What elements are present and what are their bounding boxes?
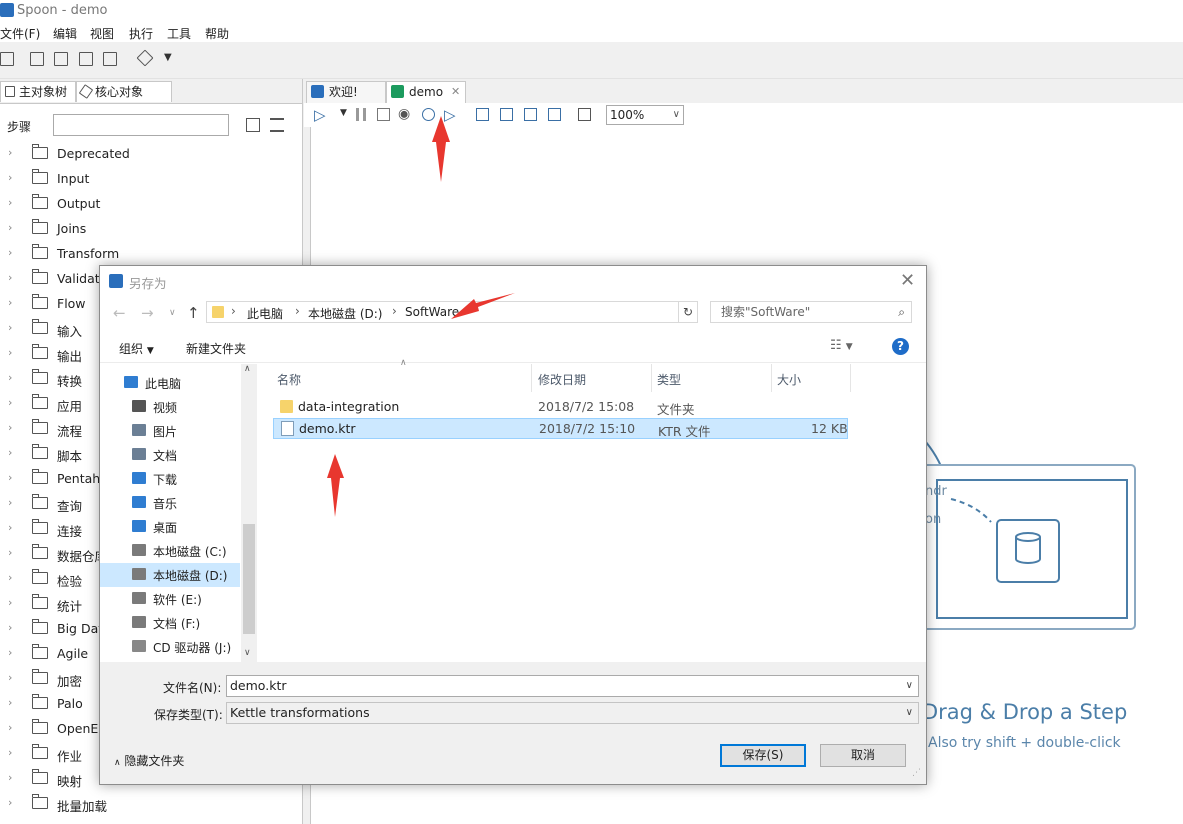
red-arrow-to-software-folder [451,293,515,319]
annotation-arrows [327,116,515,517]
red-arrow-to-demo-tab [432,116,450,182]
red-arrow-to-demo-file [327,454,344,517]
